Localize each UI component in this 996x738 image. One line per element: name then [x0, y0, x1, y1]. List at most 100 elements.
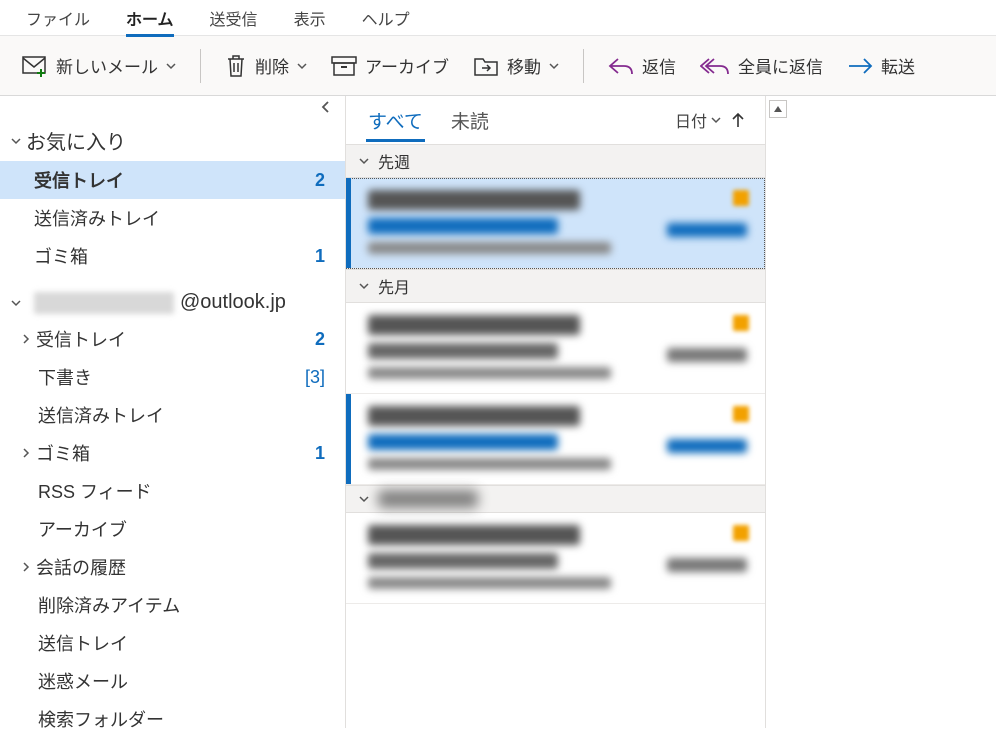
forward-icon [847, 57, 873, 75]
sort-controls: 日付 [675, 108, 745, 132]
group-label-redacted [378, 490, 478, 508]
chevron-down-icon [549, 61, 559, 71]
preview-redacted [368, 242, 611, 254]
folder-deleted[interactable]: 削除済みアイテム [0, 586, 345, 624]
move-button[interactable]: 移動 [463, 47, 569, 84]
nav-item-label: 検索フォルダー [38, 706, 164, 732]
delete-button[interactable]: 削除 [215, 47, 317, 84]
reply-label: 返信 [642, 53, 676, 78]
archive-label: アーカイブ [365, 53, 449, 78]
nav-item-label: ゴミ箱 [34, 243, 88, 269]
nav-item-label: アーカイブ [38, 516, 127, 542]
flag-icon [733, 525, 749, 541]
sender-redacted [368, 406, 580, 426]
nav-item-label: 迷惑メール [38, 668, 128, 694]
flag-icon [733, 190, 749, 206]
tab-unread[interactable]: 未読 [449, 99, 491, 142]
flag-icon [733, 406, 749, 422]
unread-count: 1 [315, 246, 325, 267]
time-redacted [667, 439, 747, 453]
subject-redacted [368, 434, 558, 450]
chevron-down-icon [711, 115, 721, 125]
group-header-lastweek[interactable]: 先週 [346, 144, 765, 178]
archive-icon [331, 55, 357, 77]
message-filter-tabs: すべて 未読 日付 [346, 96, 765, 144]
group-header-blurred[interactable] [346, 485, 765, 513]
unread-count: 2 [315, 170, 325, 191]
main-content: お気に入り 受信トレイ 2 送信済みトレイ ゴミ箱 1 @outlook.jp [0, 96, 996, 728]
menu-view[interactable]: 表示 [276, 0, 344, 36]
nav-item-label: 受信トレイ [34, 167, 124, 193]
reply-all-label: 全員に返信 [738, 53, 823, 78]
nav-item-label: 削除済みアイテム [38, 592, 180, 618]
chevron-down-icon [358, 280, 370, 292]
menu-help[interactable]: ヘルプ [344, 0, 428, 36]
chevron-down-icon [166, 61, 176, 71]
scrollbar[interactable] [766, 96, 790, 728]
nav-item-label: 送信トレイ [38, 630, 128, 656]
folder-inbox[interactable]: 受信トレイ 2 [0, 320, 345, 358]
time-redacted [667, 558, 747, 572]
fav-inbox[interactable]: 受信トレイ 2 [0, 161, 345, 199]
folder-archive[interactable]: アーカイブ [0, 510, 345, 548]
favorites-header[interactable]: お気に入り [0, 120, 345, 161]
tab-all[interactable]: すべて [366, 99, 425, 142]
chevron-down-icon [297, 61, 307, 71]
favorites-label: お気に入り [26, 126, 126, 155]
folder-conversation-history[interactable]: 会話の履歴 [0, 548, 345, 586]
reply-all-icon [700, 56, 730, 76]
scroll-up-button[interactable] [769, 100, 787, 118]
account-header[interactable]: @outlook.jp [0, 285, 345, 320]
chevron-right-icon [20, 561, 34, 573]
folder-drafts[interactable]: 下書き [3] [0, 358, 345, 396]
sender-redacted [368, 315, 580, 335]
chevron-left-icon [319, 100, 333, 114]
collapse-folder-pane[interactable] [319, 100, 333, 114]
archive-button[interactable]: アーカイブ [321, 47, 459, 84]
unread-count: 1 [315, 443, 325, 464]
reading-pane [790, 96, 996, 728]
forward-button[interactable]: 転送 [837, 47, 925, 84]
reply-button[interactable]: 返信 [598, 47, 686, 84]
preview-redacted [368, 458, 611, 470]
nav-item-label: ゴミ箱 [36, 440, 90, 466]
message-list-pane: すべて 未読 日付 先週 [346, 96, 766, 728]
reply-all-button[interactable]: 全員に返信 [690, 47, 833, 84]
subject-redacted [368, 553, 558, 569]
group-header-lastmonth[interactable]: 先月 [346, 269, 765, 303]
message-item[interactable] [346, 394, 765, 485]
message-item[interactable] [346, 513, 765, 604]
trash-icon [225, 54, 247, 78]
new-mail-label: 新しいメール [56, 53, 158, 78]
menu-home[interactable]: ホーム [108, 0, 192, 36]
delete-label: 削除 [255, 53, 289, 78]
menu-sendreceive[interactable]: 送受信 [192, 0, 276, 36]
menu-file[interactable]: ファイル [8, 0, 108, 36]
move-label: 移動 [507, 53, 541, 78]
new-mail-button[interactable]: 新しいメール [12, 47, 186, 84]
folder-search[interactable]: 検索フォルダー [0, 700, 345, 738]
folder-trash[interactable]: ゴミ箱 1 [0, 434, 345, 472]
folder-outbox[interactable]: 送信トレイ [0, 624, 345, 662]
unread-count: 2 [315, 329, 325, 350]
sender-redacted [368, 190, 580, 210]
sender-redacted [368, 525, 580, 545]
chevron-down-icon [358, 155, 370, 167]
triangle-up-icon [773, 104, 783, 114]
fav-trash[interactable]: ゴミ箱 1 [0, 237, 345, 275]
nav-item-label: 会話の履歴 [36, 554, 126, 580]
folder-rss[interactable]: RSS フィード [0, 472, 345, 510]
nav-item-label: 下書き [38, 364, 92, 390]
sort-by-button[interactable]: 日付 [675, 108, 721, 132]
message-item[interactable] [346, 303, 765, 394]
sort-label: 日付 [675, 108, 707, 132]
menu-bar: ファイル ホーム 送受信 表示 ヘルプ [0, 0, 996, 36]
fav-sent[interactable]: 送信済みトレイ [0, 199, 345, 237]
folder-sent[interactable]: 送信済みトレイ [0, 396, 345, 434]
nav-item-label: 送信済みトレイ [38, 402, 164, 428]
sort-direction-button[interactable] [731, 112, 745, 128]
subject-redacted [368, 343, 558, 359]
message-item[interactable] [346, 178, 765, 269]
folder-junk[interactable]: 迷惑メール [0, 662, 345, 700]
group-label: 先週 [378, 149, 410, 173]
